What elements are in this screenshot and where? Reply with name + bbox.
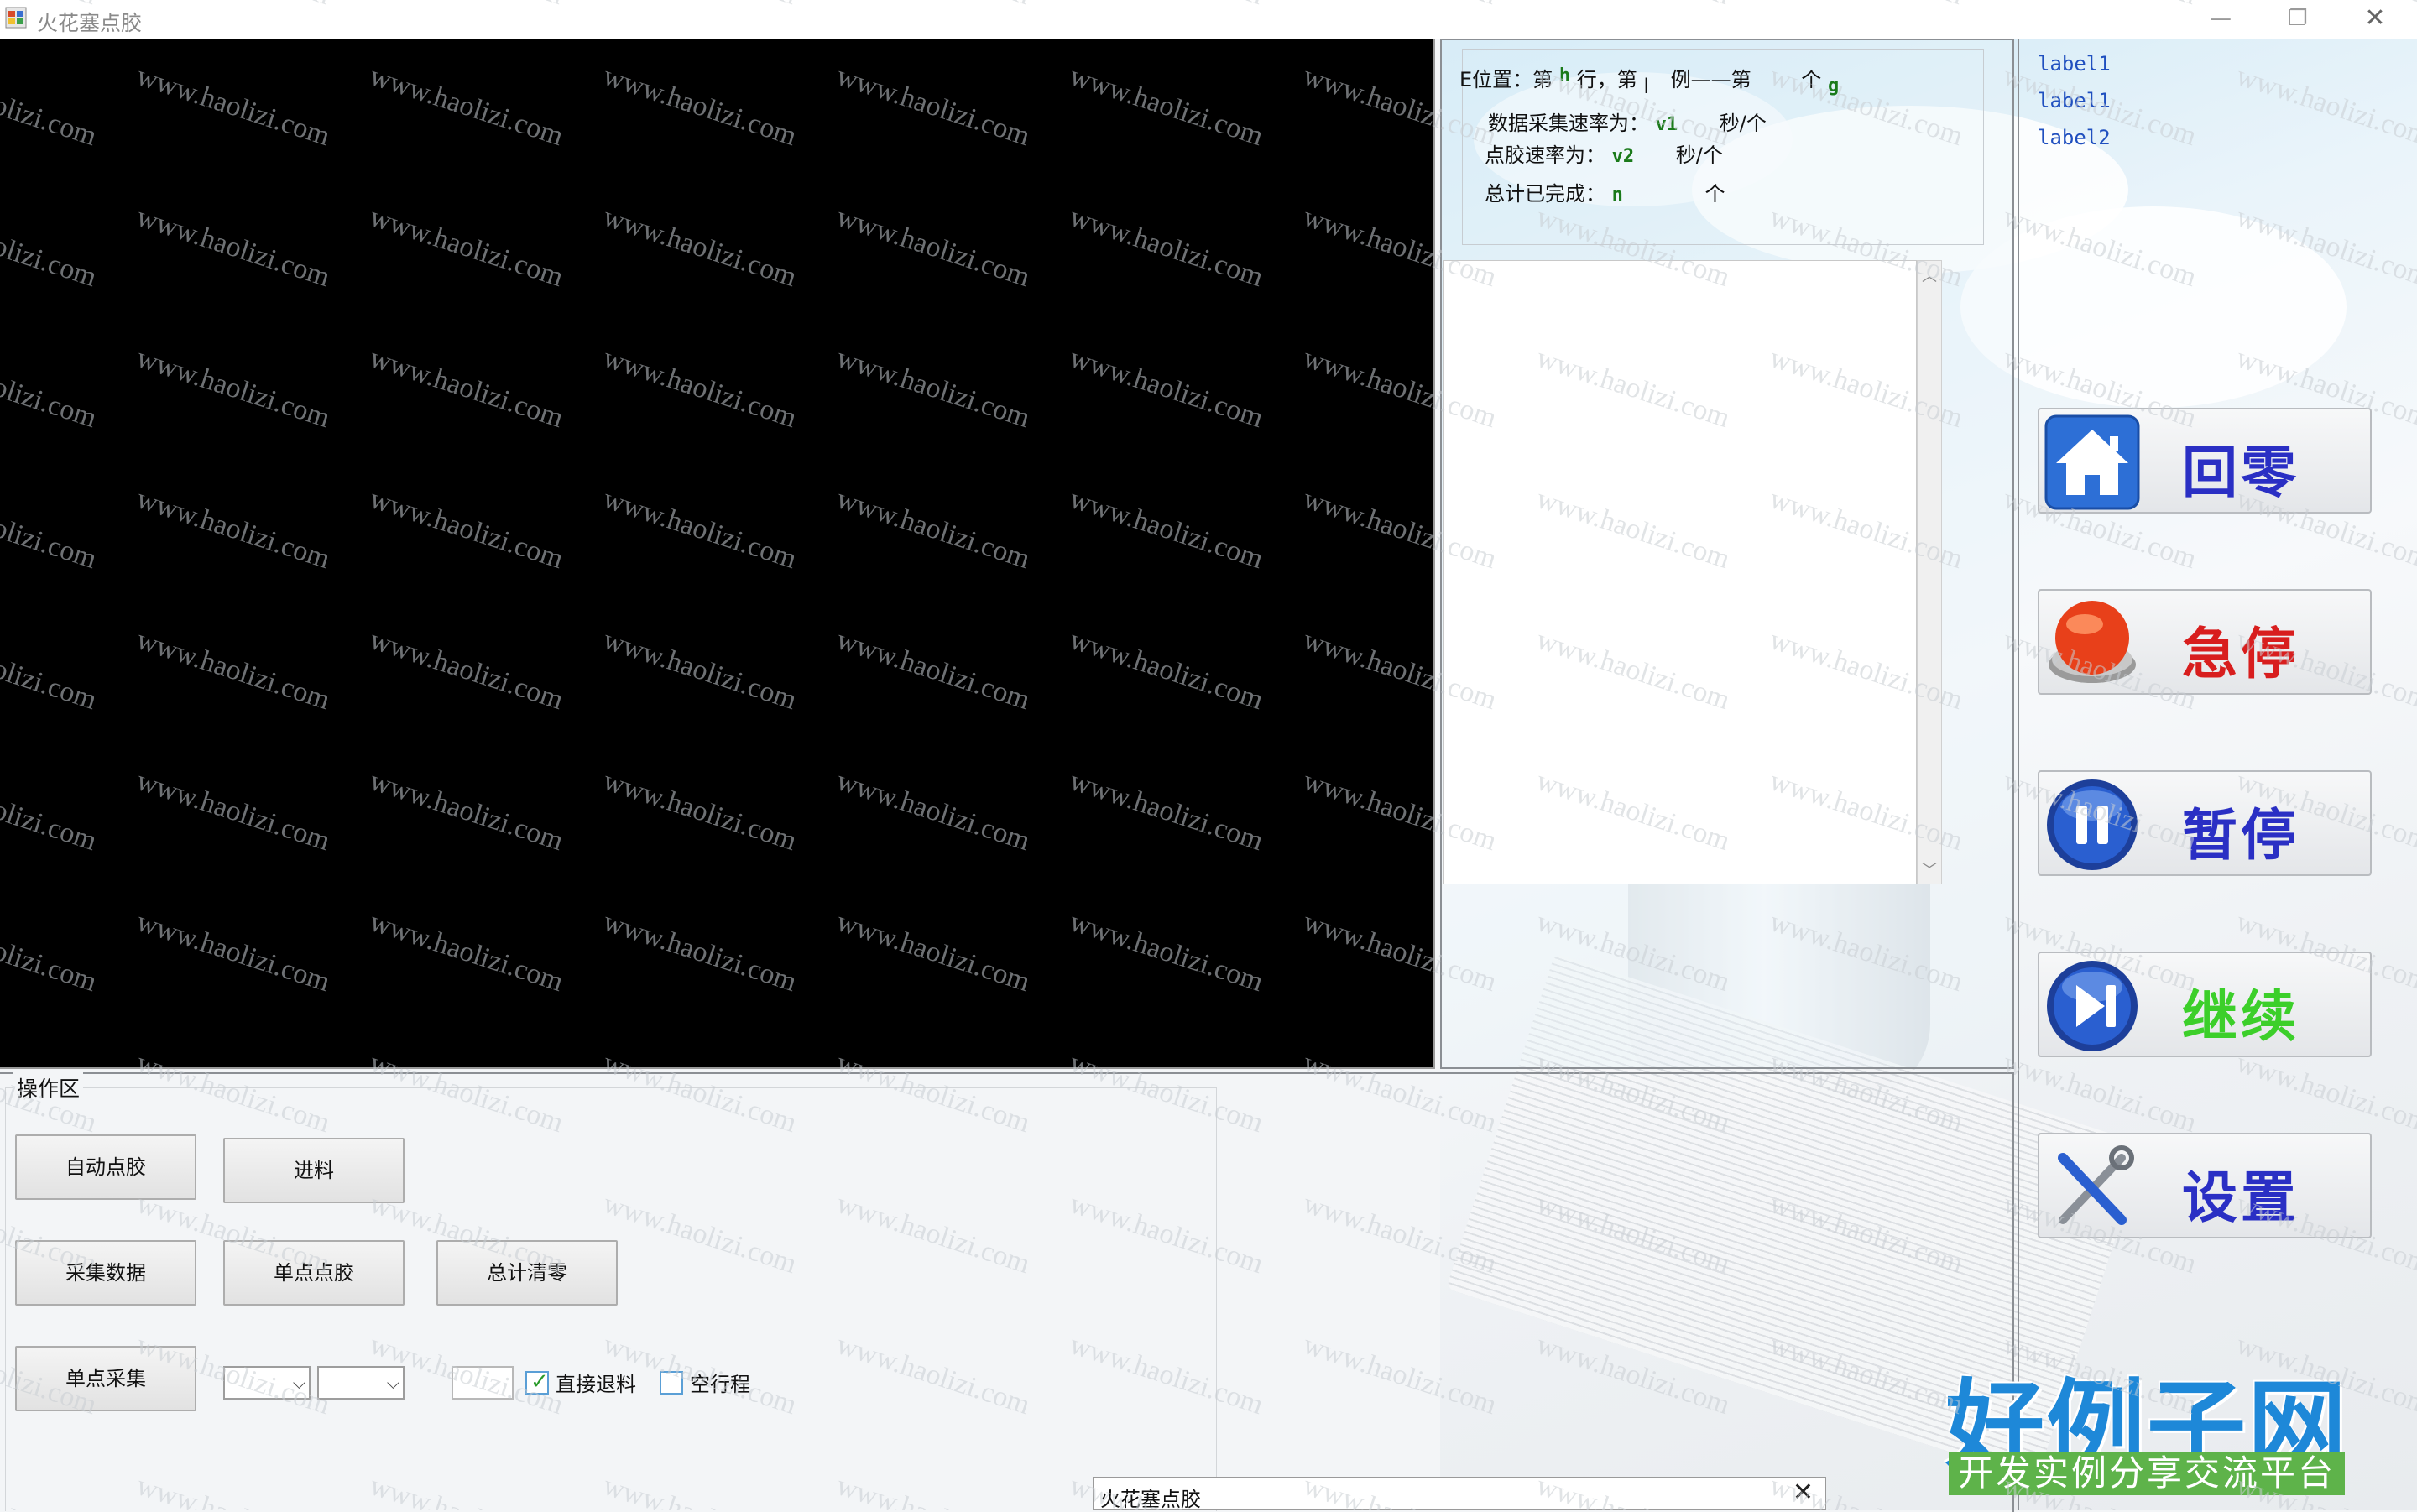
direct-unload-label: 直接退料 bbox=[556, 1373, 636, 1396]
info-panel: E位置：第 h 行，第 l 例——第 个 g 数据采集速率为： v1 秒/个 点… bbox=[1440, 39, 2014, 1069]
close-button[interactable]: ✕ bbox=[2336, 0, 2414, 37]
pause-button[interactable]: 暂停 bbox=[2038, 770, 2372, 876]
count-suffix: 个 bbox=[1801, 68, 1822, 91]
emergency-stop-icon bbox=[2049, 601, 2136, 683]
tools-icon bbox=[2058, 1145, 2134, 1225]
scroll-up-icon[interactable]: ︿ bbox=[1918, 264, 1941, 286]
app-icon bbox=[5, 7, 27, 29]
reset-total-button[interactable]: 总计清零 bbox=[436, 1240, 618, 1306]
dispense-rate-line: 点胶速率为： v2 秒/个 bbox=[1485, 138, 1723, 168]
site-logo: 好例子网 开发实例分享交流平台 bbox=[1945, 1346, 2348, 1502]
settings-button[interactable]: 设置 bbox=[2038, 1133, 2372, 1238]
pause-icon bbox=[2047, 779, 2138, 870]
window-title: 火花塞点胶 bbox=[37, 11, 143, 35]
minimize-button[interactable]: — bbox=[2182, 0, 2259, 37]
popup-title: 火花塞点胶 bbox=[1100, 1488, 1201, 1511]
col-var: l bbox=[1643, 75, 1650, 98]
position-line: E位置：第 h 行，第 l 例——第 个 g bbox=[1459, 63, 1839, 98]
title-bar: 火花塞点胶 — ❐ ✕ bbox=[0, 0, 2417, 39]
label1-b: label1 bbox=[2038, 89, 2111, 112]
single-collect-button[interactable]: 单点采集 bbox=[15, 1346, 196, 1411]
operation-area-legend: 操作区 bbox=[13, 1072, 84, 1103]
log-scrollbar[interactable]: ︿ ﹀ bbox=[1917, 260, 1942, 884]
logo-sub-text: 开发实例分享交流平台 bbox=[1949, 1452, 2345, 1495]
col-suffix: 例——第 bbox=[1670, 68, 1751, 91]
resume-label: 继续 bbox=[2182, 984, 2300, 1049]
label1-a: label1 bbox=[2038, 52, 2111, 76]
idle-run-checkbox[interactable] bbox=[660, 1371, 683, 1395]
emergency-stop-button[interactable]: 急停 bbox=[2038, 589, 2372, 695]
item-var: g bbox=[1827, 76, 1840, 96]
resume-button[interactable]: 继续 bbox=[2038, 952, 2372, 1057]
column-select[interactable]: ⌵ bbox=[317, 1366, 405, 1400]
value-input[interactable] bbox=[452, 1366, 514, 1400]
row-suffix: 行，第 bbox=[1576, 68, 1637, 91]
checkmark-icon: ✓ bbox=[530, 1369, 549, 1395]
position-prefix: E位置：第 bbox=[1459, 68, 1553, 91]
dispense-rate-label: 点胶速率为： bbox=[1485, 143, 1605, 167]
chevron-down-icon: ⌵ bbox=[386, 1373, 399, 1393]
pause-label: 暂停 bbox=[2182, 803, 2300, 868]
resume-icon bbox=[2047, 961, 2138, 1051]
collect-rate-label: 数据采集速率为： bbox=[1488, 112, 1649, 135]
home-button[interactable]: 回零 bbox=[2038, 408, 2372, 514]
total-line: 总计已完成： n 个 bbox=[1485, 177, 1725, 206]
home-icon bbox=[2044, 414, 2140, 510]
scroll-down-icon[interactable]: ﹀ bbox=[1918, 858, 1941, 880]
popup-close-button[interactable]: ✕ bbox=[1793, 1478, 1814, 1507]
single-dispense-button[interactable]: 单点点胶 bbox=[223, 1240, 405, 1306]
total-var: n bbox=[1611, 185, 1623, 206]
total-unit: 个 bbox=[1704, 182, 1725, 206]
row-var: h bbox=[1558, 65, 1571, 86]
log-listbox[interactable] bbox=[1443, 260, 1917, 884]
collect-rate-var: v1 bbox=[1655, 114, 1678, 135]
popup-window[interactable]: 火花塞点胶 ✕ bbox=[1093, 1477, 1826, 1511]
dispense-rate-var: v2 bbox=[1611, 146, 1635, 167]
home-label: 回零 bbox=[2182, 441, 2300, 505]
status-box: E位置：第 h 行，第 l 例——第 个 g 数据采集速率为： v1 秒/个 点… bbox=[1459, 49, 1984, 245]
direct-unload-checkbox[interactable]: ✓ bbox=[525, 1369, 549, 1395]
auto-dispense-button[interactable]: 自动点胶 bbox=[15, 1134, 196, 1200]
collect-data-button[interactable]: 采集数据 bbox=[15, 1240, 196, 1306]
idle-run-label: 空行程 bbox=[690, 1373, 750, 1396]
maximize-button[interactable]: ❐ bbox=[2259, 0, 2336, 37]
feed-button[interactable]: 进料 bbox=[223, 1138, 405, 1203]
dispense-rate-unit: 秒/个 bbox=[1675, 143, 1723, 167]
row-select[interactable]: ⌵ bbox=[223, 1366, 311, 1400]
total-label: 总计已完成： bbox=[1485, 182, 1605, 206]
label2: label2 bbox=[2038, 126, 2111, 149]
collect-rate-line: 数据采集速率为： v1 秒/个 bbox=[1488, 107, 1767, 136]
chevron-down-icon: ⌵ bbox=[292, 1373, 305, 1393]
emergency-stop-label: 急停 bbox=[2182, 622, 2300, 686]
camera-view bbox=[0, 39, 1435, 1069]
settings-label: 设置 bbox=[2182, 1165, 2300, 1230]
collect-rate-unit: 秒/个 bbox=[1719, 112, 1767, 135]
